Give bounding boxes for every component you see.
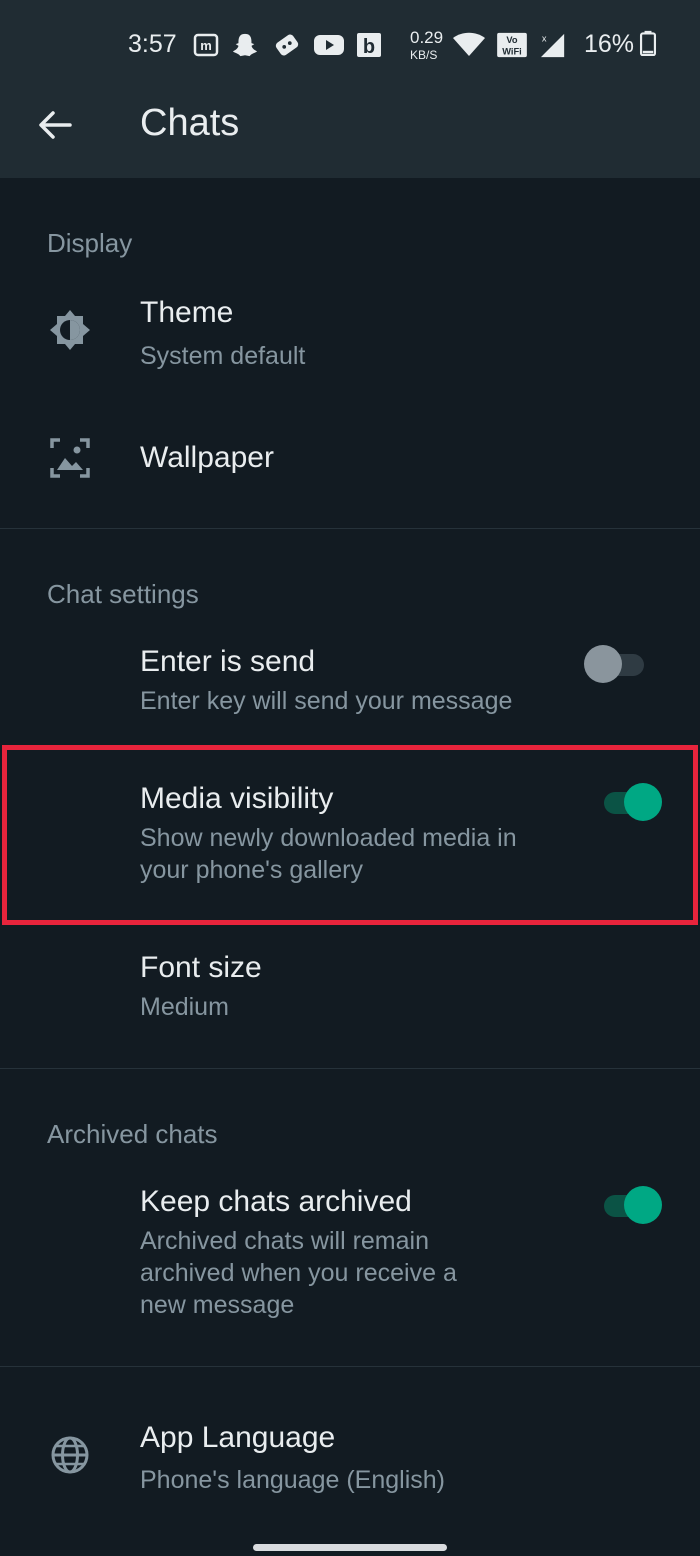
globe-icon <box>51 1436 89 1474</box>
back-button[interactable] <box>34 104 76 146</box>
wallpaper-icon <box>50 438 90 478</box>
toggle-thumb <box>584 645 622 683</box>
keep-chats-archived-subtitle-line1: Archived chats will remain <box>140 1227 429 1255</box>
enter-is-send-subtitle: Enter key will send your message <box>140 687 513 715</box>
svg-text:Vo: Vo <box>506 35 517 45</box>
snapchat-icon <box>232 33 258 57</box>
status-time: 3:57 <box>128 30 177 58</box>
page-title: Chats <box>140 102 240 144</box>
divider <box>0 1366 700 1367</box>
m-icon: m <box>193 33 219 57</box>
section-header-chat-settings: Chat settings <box>47 579 199 609</box>
theme-icon <box>50 310 90 350</box>
net-speed-unit: KB/S <box>410 48 438 62</box>
battery-icon <box>639 30 657 56</box>
wifi-icon <box>453 32 485 56</box>
battery-percent: 16% <box>584 30 635 58</box>
home-indicator[interactable] <box>253 1544 447 1551</box>
app-language-title: App Language <box>140 1421 336 1454</box>
font-size-title: Font size <box>140 951 262 984</box>
wallpaper-title: Wallpaper <box>140 441 274 474</box>
theme-subtitle: System default <box>140 342 306 370</box>
highlight-box <box>2 745 698 925</box>
arrow-left-icon <box>39 111 72 139</box>
b-icon: b <box>357 33 381 58</box>
section-header-archived-chats: Archived chats <box>47 1119 218 1149</box>
font-size-subtitle: Medium <box>140 993 229 1021</box>
vowifi-icon: Vo WiFi <box>497 32 527 58</box>
enter-is-send-toggle[interactable] <box>584 642 650 686</box>
svg-text:WiFi: WiFi <box>502 46 521 56</box>
enter-is-send-title: Enter is send <box>140 645 316 678</box>
app-language-subtitle: Phone's language (English) <box>140 1466 445 1494</box>
svg-text:x: x <box>542 33 547 43</box>
net-speed-value: 0.29 <box>410 28 444 47</box>
status-bar: 3:57 m b 0.29 KB/S Vo WiFi x 16% <box>0 0 700 90</box>
theme-title: Theme <box>140 296 234 329</box>
keep-chats-archived-toggle[interactable] <box>600 1183 666 1227</box>
section-header-display: Display <box>47 228 133 258</box>
keep-chats-archived-title: Keep chats archived <box>140 1185 412 1218</box>
keep-chats-archived-subtitle-line3: new message <box>140 1291 295 1319</box>
signal-icon: x <box>540 33 565 58</box>
svg-text:b: b <box>363 36 375 58</box>
divider <box>0 528 700 529</box>
keep-chats-archived-subtitle-line2: archived when you receive a <box>140 1259 457 1287</box>
app-bar: 3:57 m b 0.29 KB/S Vo WiFi x 16% Chats <box>0 0 700 178</box>
svg-text:m: m <box>200 38 212 53</box>
game-controller-icon <box>275 34 299 56</box>
divider <box>0 1068 700 1069</box>
net-speed: 0.29 KB/S <box>410 28 444 63</box>
toggle-thumb <box>624 1186 662 1224</box>
youtube-icon <box>314 35 344 55</box>
